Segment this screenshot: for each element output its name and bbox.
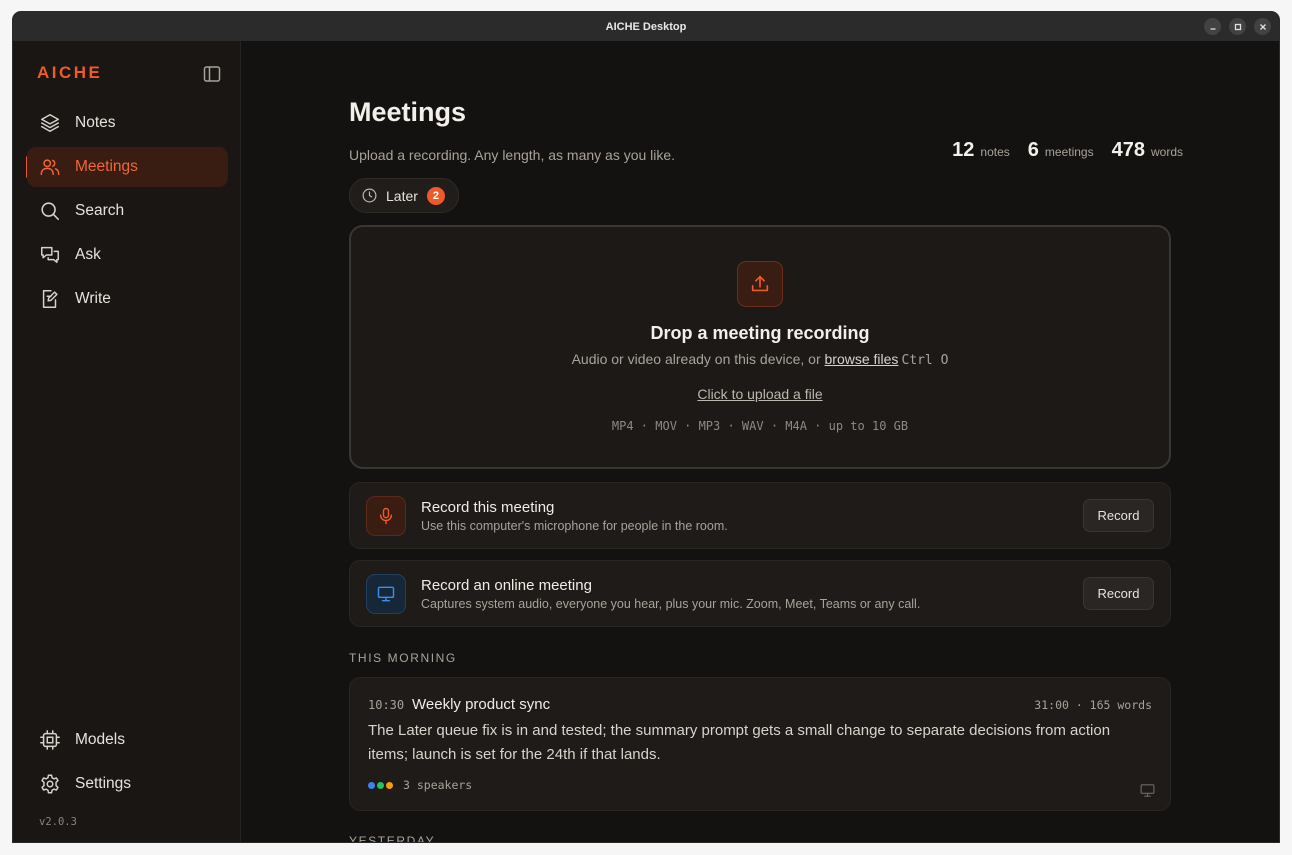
sidebar-item-label: Meetings [75, 158, 138, 175]
page-title: Meetings [349, 97, 467, 127]
layers-icon [39, 112, 61, 134]
sidebar-toggle-button[interactable] [202, 64, 222, 84]
stat-notes: 12 notes [952, 139, 1010, 162]
maximize-button[interactable] [1229, 18, 1246, 35]
shortcut-hint: Ctrl O [901, 353, 949, 368]
sidebar: AICHE Notes Meetings Search Ask Write Mo… [13, 41, 241, 842]
gear-icon [39, 773, 61, 795]
version-label: v2.0.3 [39, 816, 77, 828]
users-icon [39, 156, 61, 178]
record-option-subtitle: Use this computer's microphone for peopl… [421, 519, 728, 533]
speaker-dot [368, 781, 375, 789]
minimize-icon [1210, 27, 1215, 30]
sidebar-item-label: Models [75, 731, 125, 748]
sidebar-item-write[interactable]: Write [27, 279, 228, 319]
close-button[interactable] [1254, 18, 1271, 35]
record-online-button[interactable]: Record [1083, 577, 1154, 610]
later-count-badge: 2 [426, 186, 445, 205]
meeting-time: 10:30 [368, 698, 405, 712]
minimize-button[interactable] [1204, 18, 1221, 35]
sidebar-item-settings[interactable]: Settings [27, 764, 228, 804]
section-label-this-morning: THIS MORNING [349, 651, 457, 665]
stat-meetings: 6 meetings [1028, 139, 1094, 162]
dropzone-title: Drop a meeting recording [650, 323, 870, 343]
app-window: AICHE Desktop AICHE Notes Meetings Searc… [13, 12, 1279, 842]
upload-dropzone[interactable]: Drop a meeting recording Audio or video … [349, 225, 1171, 469]
sidebar-item-label: Search [75, 202, 125, 219]
sidebar-item-search[interactable]: Search [27, 191, 228, 231]
meeting-card[interactable]: 10:30 Weekly product sync 31:00 · 165 wo… [349, 677, 1171, 811]
dropzone-subtitle: Audio or video already on this device, o… [351, 351, 1169, 368]
stat-label: notes [980, 145, 1010, 159]
stats-summary: 12 notes 6 meetings 478 words [952, 139, 1183, 162]
meeting-title: Weekly product sync [412, 696, 551, 713]
speaker-count: 3 speakers [403, 778, 473, 792]
microphone-icon [379, 507, 393, 525]
meeting-summary: The Later queue fix is in and tested; th… [368, 722, 1111, 763]
stat-value: 6 [1027, 139, 1039, 161]
record-online-card: Record an online meeting Captures system… [349, 560, 1171, 627]
record-option-title: Record this meeting [421, 499, 555, 516]
sidebar-item-meetings[interactable]: Meetings [27, 147, 228, 187]
browse-files-link[interactable]: browse files [825, 351, 899, 367]
chip-icon [39, 729, 61, 751]
record-in-room-card: Record this meeting Use this computer's … [349, 482, 1171, 549]
main-content: Meetings Upload a recording. Any length,… [241, 41, 1279, 842]
clock-icon [361, 187, 378, 204]
sidebar-item-ask[interactable]: Ask [27, 235, 228, 275]
sidebar-item-label: Settings [75, 775, 132, 792]
supported-formats: MP4 · MOV · MP3 · WAV · M4A · up to 10 G… [611, 419, 909, 433]
section-label-yesterday: YESTERDAY [349, 834, 436, 842]
monitor-icon [377, 586, 395, 602]
page-subtitle: Upload a recording. Any length, as many … [349, 147, 676, 163]
record-option-subtitle: Captures system audio, everyone you hear… [421, 597, 921, 611]
stat-value: 12 [952, 139, 975, 161]
monitor-icon [1139, 782, 1156, 804]
close-icon [1259, 23, 1266, 30]
sidebar-panel-icon [203, 66, 221, 82]
speaker-dot [386, 781, 393, 789]
sidebar-item-notes[interactable]: Notes [27, 103, 228, 143]
later-label: Later [386, 187, 418, 204]
meeting-speakers: 3 speakers [368, 778, 472, 792]
upload-icon [751, 275, 769, 292]
chat-icon [39, 244, 61, 266]
dropzone-subtitle-text: Audio or video already on this device, o… [571, 351, 825, 367]
title-bar[interactable]: AICHE Desktop [13, 12, 1279, 41]
upload-icon-box [737, 261, 783, 307]
stat-value: 478 [1111, 139, 1145, 161]
record-in-room-button[interactable]: Record [1083, 499, 1154, 532]
window-title: AICHE Desktop [605, 20, 687, 33]
maximize-icon [1234, 23, 1241, 30]
later-queue-button[interactable]: Later 2 [349, 178, 459, 213]
microphone-icon-box [366, 496, 406, 536]
stat-label: meetings [1044, 145, 1094, 159]
record-option-title: Record an online meeting [421, 577, 592, 594]
speaker-dot [377, 781, 384, 789]
stat-label: words [1150, 145, 1183, 159]
stat-words: 478 words [1112, 139, 1183, 162]
sidebar-item-label: Notes [75, 114, 116, 131]
sidebar-item-label: Write [75, 290, 111, 307]
click-to-upload-link[interactable]: Click to upload a file [351, 386, 1169, 402]
sidebar-item-models[interactable]: Models [27, 720, 228, 760]
meeting-meta: 31:00 · 165 words [1034, 698, 1152, 712]
monitor-icon-box [366, 574, 406, 614]
edit-icon [39, 288, 61, 310]
sidebar-item-label: Ask [75, 246, 101, 263]
app-logo: AICHE [37, 63, 103, 82]
search-icon [39, 200, 61, 222]
